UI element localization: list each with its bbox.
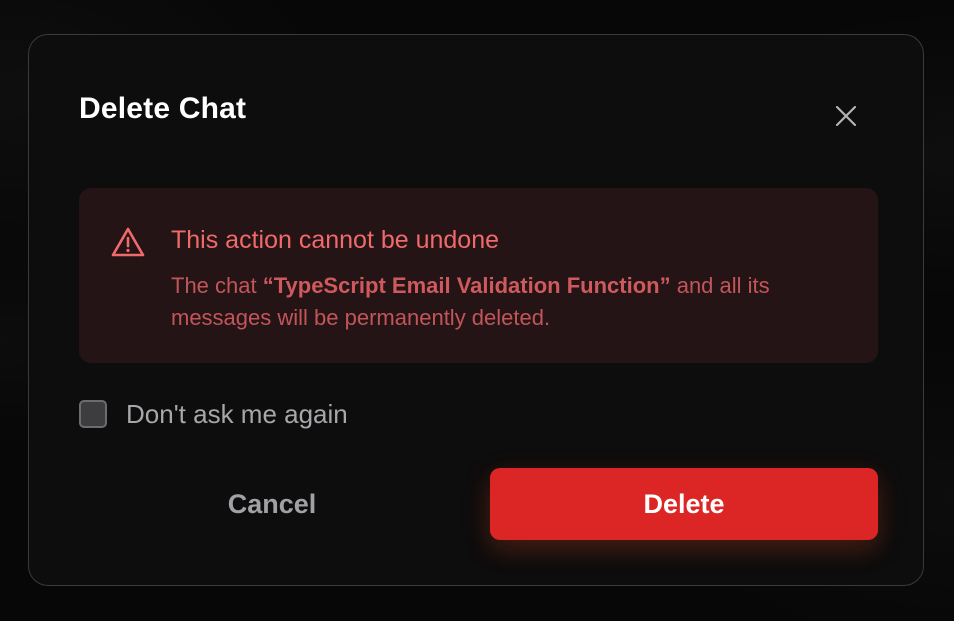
- warning-message-prefix: The chat: [171, 273, 263, 298]
- dont-ask-again-checkbox[interactable]: [79, 400, 107, 428]
- warning-triangle-icon: [111, 227, 145, 257]
- dialog-title: Delete Chat: [79, 92, 247, 125]
- close-button[interactable]: [831, 101, 861, 131]
- close-icon: [835, 105, 857, 127]
- delete-chat-dialog: Delete Chat This action cannot be undone…: [28, 34, 924, 586]
- warning-message: The chat “TypeScript Email Validation Fu…: [171, 270, 851, 334]
- cancel-button[interactable]: Cancel: [79, 468, 465, 540]
- dont-ask-again-label: Don't ask me again: [126, 399, 348, 429]
- delete-button[interactable]: Delete: [490, 468, 878, 540]
- chat-name: “TypeScript Email Validation Function”: [262, 273, 671, 298]
- dont-ask-again-option[interactable]: Don't ask me again: [79, 398, 348, 430]
- warning-box: This action cannot be undone The chat “T…: [79, 188, 878, 363]
- warning-heading: This action cannot be undone: [171, 226, 500, 254]
